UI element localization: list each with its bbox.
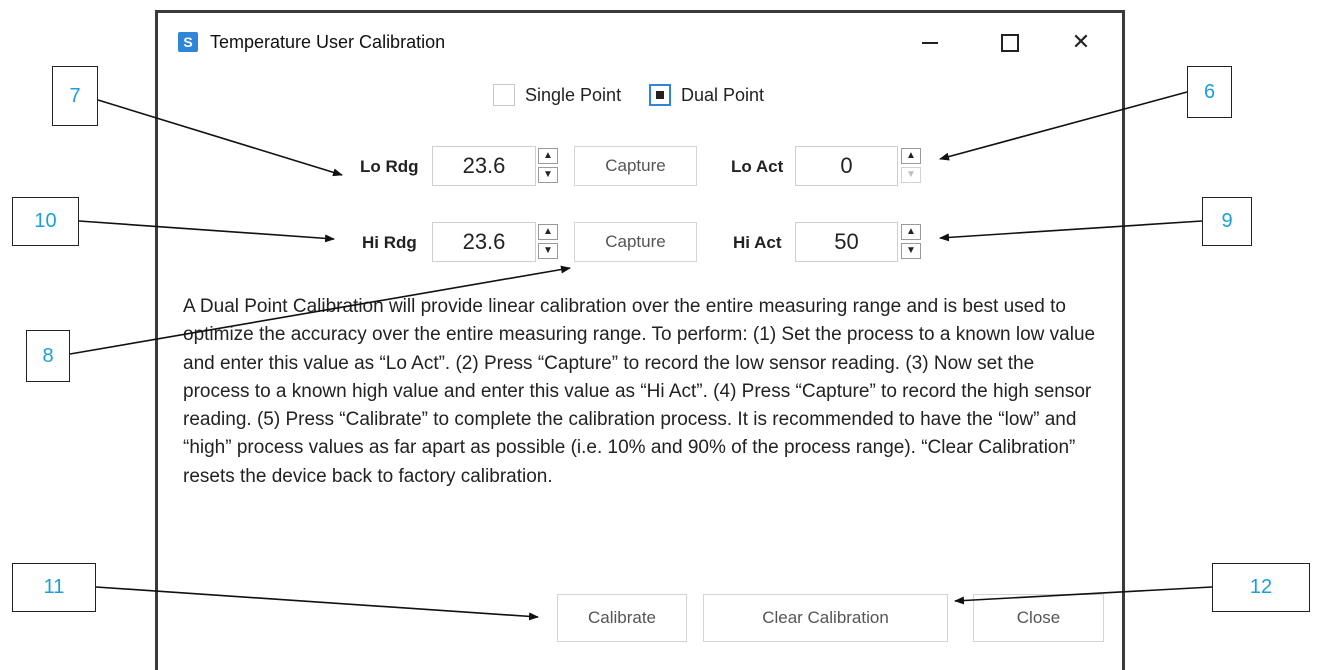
arrow-10 [78,220,335,243]
callout-arrows [69,91,1213,621]
arrow-11 [95,586,539,621]
arrow-6 [939,91,1188,161]
arrow-9 [939,220,1203,242]
arrow-7 [97,99,343,177]
arrow-12 [954,586,1213,605]
arrow-8 [69,265,571,355]
